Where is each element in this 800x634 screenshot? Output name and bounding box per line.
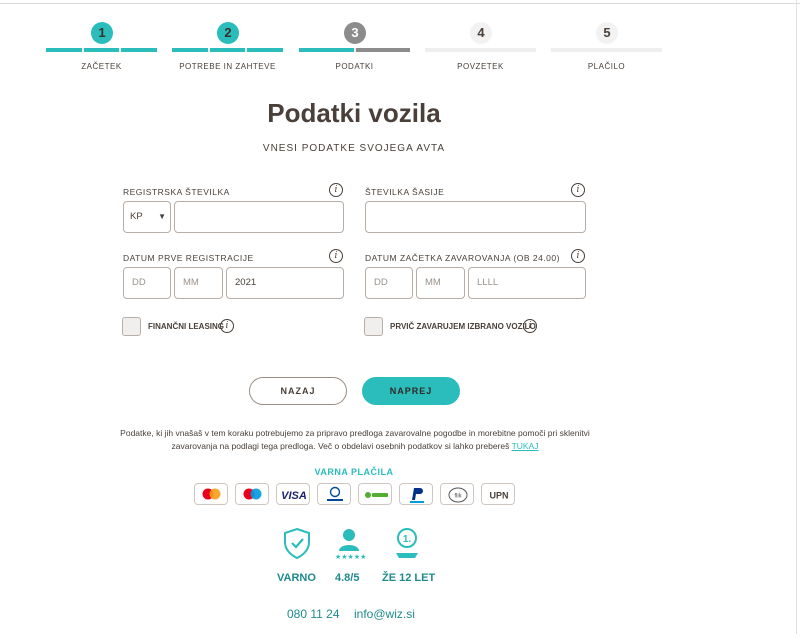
vin-label: ŠTEVILKA ŠASIJE — [365, 187, 445, 197]
reg-number-input[interactable] — [174, 201, 344, 233]
step-5: 5 PLAČILO — [551, 20, 662, 80]
user-stars-icon: ★★★★★ — [331, 527, 367, 566]
ins-start-info-icon[interactable]: i — [571, 249, 585, 263]
first-time-checkbox[interactable] — [364, 317, 383, 336]
right-divider — [796, 0, 797, 634]
page-subtitle: VNESI PODATKE SVOJEGA AVTA — [262, 143, 446, 154]
first-reg-month-input[interactable]: MM — [174, 267, 223, 299]
reg-prefix-value: KP — [130, 211, 143, 222]
visa-icon: VISA — [276, 483, 310, 505]
reg-info-icon[interactable]: i — [329, 183, 343, 197]
first-reg-day-input[interactable]: DD — [123, 267, 171, 299]
visa-text: VISA — [281, 490, 307, 502]
trust-label-safe: VARNO — [277, 572, 316, 584]
maestro-icon — [235, 483, 269, 505]
next-button[interactable]: NAPREJ — [362, 377, 460, 405]
ins-start-month-input[interactable]: MM — [416, 267, 465, 299]
step-5-number: 5 — [596, 22, 618, 44]
step-4-number: 4 — [470, 22, 492, 44]
step-2-bar — [172, 48, 284, 52]
svg-text:★★★★★: ★★★★★ — [335, 553, 366, 561]
trust-label-years: ŽE 12 LET — [382, 572, 436, 584]
medal-text: 1. — [403, 534, 412, 545]
step-1-bar — [46, 48, 158, 52]
contact-phone[interactable]: 080 11 24 — [287, 607, 340, 621]
step-5-label: PLAČILO — [587, 62, 626, 71]
first-reg-info-icon[interactable]: i — [329, 249, 343, 263]
step-3[interactable]: 3 PODATKI — [299, 20, 410, 80]
privacy-notice: Podatke, ki jih vnašaš v tem koraku potr… — [120, 427, 590, 453]
step-1[interactable]: 1 ZAČETEK — [46, 20, 158, 80]
step-3-bar — [299, 48, 410, 52]
otp-banka-icon — [358, 483, 392, 505]
first-time-info-icon[interactable]: i — [523, 319, 537, 333]
top-divider — [0, 3, 800, 4]
step-4-label: POVZETEK — [457, 62, 504, 71]
flik-text: flik — [454, 494, 462, 500]
trust-label-rating: 4.8/5 — [335, 572, 360, 584]
step-5-bar — [551, 48, 662, 52]
step-3-label: PODATKI — [335, 62, 374, 71]
leasing-label: FINANČNI LEASING — [148, 322, 224, 331]
leasing-info-icon[interactable]: i — [220, 319, 234, 333]
step-2[interactable]: 2 POTREBE IN ZAHTEVE — [172, 20, 284, 80]
first-time-label: PRVIČ ZAVARUJEM IZBRANO VOZILO — [390, 322, 536, 331]
vin-input[interactable] — [365, 201, 586, 233]
ins-start-day-input[interactable]: DD — [365, 267, 413, 299]
reg-number-label: REGISTRSKA ŠTEVILKA — [123, 187, 230, 197]
step-3-number: 3 — [344, 22, 366, 44]
step-4: 4 POVZETEK — [425, 20, 536, 80]
step-2-number: 2 — [217, 22, 239, 44]
ins-start-year-input[interactable]: LLLL — [468, 267, 586, 299]
reg-prefix-select[interactable]: KP ▼ — [123, 201, 171, 233]
step-1-label: ZAČETEK — [81, 62, 122, 71]
ins-start-label: DATUM ZAČETKA ZAVAROVANJA (OB 24.00) — [365, 253, 560, 263]
chevron-down-icon: ▼ — [158, 212, 166, 221]
paypal-icon — [399, 483, 433, 505]
flik-icon: flik — [440, 483, 474, 505]
mastercard-icon — [194, 483, 228, 505]
diners-club-icon — [317, 483, 351, 505]
leasing-checkbox[interactable] — [122, 317, 141, 336]
contact-email[interactable]: info@wiz.si — [354, 607, 415, 621]
award-medal-icon: 1. — [393, 527, 421, 568]
privacy-link[interactable]: TUKAJ — [512, 441, 539, 451]
step-2-label: POTREBE IN ZAHTEVE — [179, 62, 276, 71]
step-4-bar — [425, 48, 536, 52]
step-1-number: 1 — [91, 22, 113, 44]
upn-icon: UPN — [481, 483, 515, 505]
vin-info-icon[interactable]: i — [571, 183, 585, 197]
first-reg-label: DATUM PRVE REGISTRACIJE — [123, 253, 254, 263]
shield-hands-icon — [282, 527, 312, 566]
first-reg-year-input[interactable]: 2021 — [226, 267, 344, 299]
upn-text: UPN — [489, 491, 508, 501]
back-button[interactable]: NAZAJ — [249, 377, 347, 405]
payments-label: VARNA PLAČILA — [314, 467, 394, 477]
page-title: Podatki vozila — [267, 98, 441, 128]
